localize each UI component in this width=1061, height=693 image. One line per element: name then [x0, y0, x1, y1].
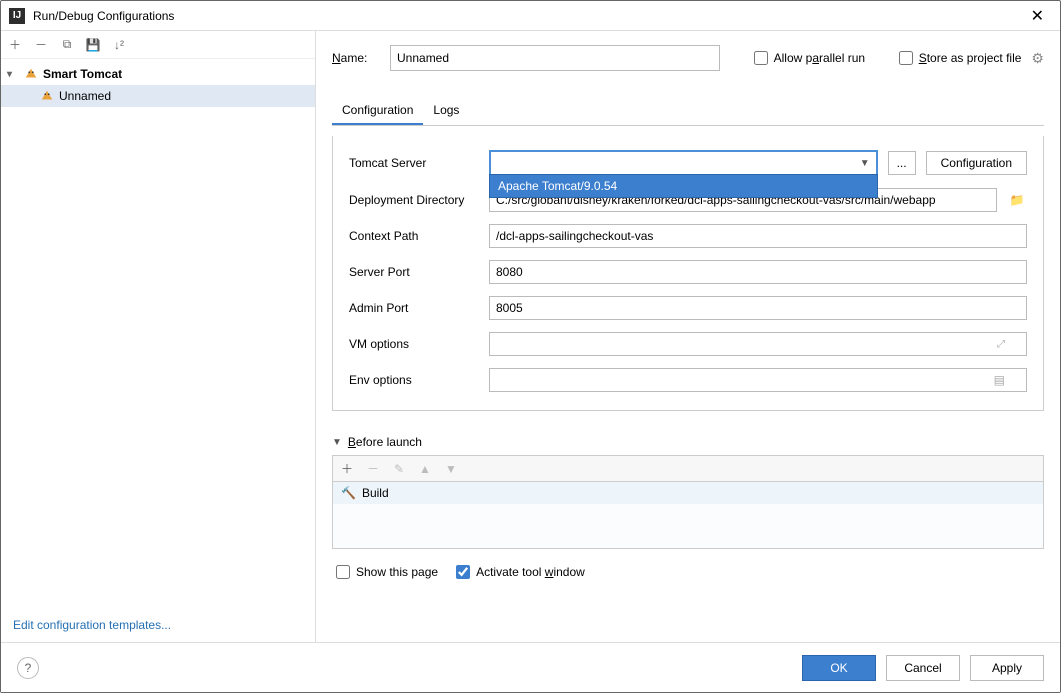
- left-toolbar: ＋ － ⧉ 💾 ↓²: [1, 31, 315, 59]
- store-file-label: Store as project file: [919, 51, 1022, 65]
- name-label: Name:: [332, 51, 374, 65]
- show-page-check[interactable]: Show this page: [336, 565, 438, 579]
- name-input[interactable]: [390, 45, 720, 71]
- allow-parallel-label: Allow parallel run: [774, 51, 865, 65]
- folder-icon[interactable]: 📁: [1007, 193, 1027, 207]
- context-path-input[interactable]: [489, 224, 1027, 248]
- activate-tool-label: Activate tool window: [476, 565, 585, 579]
- admin-port-input[interactable]: [489, 296, 1027, 320]
- right-pane: Name: Allow parallel run Store as projec…: [316, 31, 1060, 642]
- show-page-checkbox[interactable]: [336, 565, 350, 579]
- before-launch-item[interactable]: 🔨 Build: [333, 482, 1043, 504]
- sort-icon[interactable]: ↓²: [111, 37, 127, 53]
- edit-templates-link[interactable]: Edit configuration templates...: [1, 608, 315, 642]
- before-launch-item-label: Build: [362, 486, 389, 500]
- gear-icon[interactable]: ⚙: [1031, 50, 1044, 67]
- add-icon[interactable]: ＋: [339, 461, 355, 477]
- tab-logs[interactable]: Logs: [423, 97, 469, 125]
- browse-button[interactable]: ...: [888, 151, 916, 175]
- remove-icon[interactable]: －: [33, 37, 49, 53]
- form-area: Tomcat Server ▼ Apache Tomcat/9.0.54 ...…: [332, 136, 1044, 411]
- down-icon: ▼: [443, 461, 459, 477]
- before-launch-list[interactable]: 🔨 Build: [332, 481, 1044, 549]
- apply-button[interactable]: Apply: [970, 655, 1044, 681]
- tabs: Configuration Logs: [332, 97, 1044, 126]
- server-port-row: Server Port: [349, 260, 1027, 284]
- deploy-dir-label: Deployment Directory: [349, 193, 479, 207]
- add-icon[interactable]: ＋: [7, 37, 23, 53]
- store-file-check[interactable]: Store as project file ⚙: [899, 50, 1044, 67]
- tomcat-icon: [39, 88, 55, 104]
- admin-port-label: Admin Port: [349, 301, 479, 315]
- before-launch-header[interactable]: ▼ Before launch: [332, 435, 1044, 449]
- left-pane: ＋ － ⧉ 💾 ↓² ▾ Smart Tomcat Unnamed Edit c…: [1, 31, 316, 642]
- tree-child-label: Unnamed: [59, 89, 111, 103]
- allow-parallel-checkbox[interactable]: [754, 51, 768, 65]
- show-page-label: Show this page: [356, 565, 438, 579]
- chevron-down-icon: ▼: [332, 437, 342, 448]
- expand-icon[interactable]: ⤢: [997, 339, 1005, 350]
- dropdown-option[interactable]: Apache Tomcat/9.0.54: [490, 175, 877, 197]
- allow-parallel-check[interactable]: Allow parallel run: [754, 51, 865, 65]
- titlebar: IJ Run/Debug Configurations ✕: [1, 1, 1060, 31]
- config-tree[interactable]: ▾ Smart Tomcat Unnamed: [1, 59, 315, 608]
- before-launch-title: Before launch: [348, 435, 422, 449]
- server-port-input[interactable]: [489, 260, 1027, 284]
- configuration-button[interactable]: Configuration: [926, 151, 1027, 175]
- tomcat-icon: [23, 66, 39, 82]
- chevron-down-icon[interactable]: ▾: [7, 69, 19, 80]
- tab-configuration[interactable]: Configuration: [332, 97, 423, 125]
- context-path-row: Context Path: [349, 224, 1027, 248]
- env-options-row: Env options ▤: [349, 368, 1027, 392]
- context-path-label: Context Path: [349, 229, 479, 243]
- server-port-label: Server Port: [349, 265, 479, 279]
- tomcat-server-label: Tomcat Server: [349, 156, 479, 170]
- dropdown-list: Apache Tomcat/9.0.54: [489, 174, 878, 198]
- tree-child[interactable]: Unnamed: [1, 85, 315, 107]
- app-icon: IJ: [9, 8, 25, 24]
- activate-tool-checkbox[interactable]: [456, 565, 470, 579]
- tomcat-server-dropdown[interactable]: ▼ Apache Tomcat/9.0.54: [489, 150, 878, 176]
- tree-parent[interactable]: ▾ Smart Tomcat: [1, 63, 315, 85]
- window-title: Run/Debug Configurations: [33, 9, 1023, 23]
- up-icon: ▲: [417, 461, 433, 477]
- save-icon[interactable]: 💾: [85, 37, 101, 53]
- activate-tool-check[interactable]: Activate tool window: [456, 565, 585, 579]
- list-icon[interactable]: ▤: [994, 373, 1005, 387]
- edit-icon: ✎: [391, 461, 407, 477]
- ok-button[interactable]: OK: [802, 655, 876, 681]
- tomcat-server-row: Tomcat Server ▼ Apache Tomcat/9.0.54 ...…: [349, 150, 1027, 176]
- store-file-checkbox[interactable]: [899, 51, 913, 65]
- vm-options-label: VM options: [349, 337, 479, 351]
- hammer-icon: 🔨: [341, 486, 356, 500]
- cancel-button[interactable]: Cancel: [886, 655, 960, 681]
- env-options-label: Env options: [349, 373, 479, 387]
- env-options-input[interactable]: [489, 368, 1027, 392]
- before-launch-section: ▼ Before launch ＋ － ✎ ▲ ▼ 🔨 Build: [332, 435, 1044, 549]
- chevron-down-icon: ▼: [860, 158, 870, 169]
- footer: ? OK Cancel Apply: [1, 642, 1060, 692]
- vm-options-row: VM options ⤢: [349, 332, 1027, 356]
- help-icon[interactable]: ?: [17, 657, 39, 679]
- bottom-checks: Show this page Activate tool window: [332, 559, 1044, 581]
- remove-icon: －: [365, 461, 381, 477]
- before-launch-toolbar: ＋ － ✎ ▲ ▼: [332, 455, 1044, 481]
- name-row: Name: Allow parallel run Store as projec…: [332, 45, 1044, 71]
- admin-port-row: Admin Port: [349, 296, 1027, 320]
- copy-icon[interactable]: ⧉: [59, 37, 75, 53]
- tree-parent-label: Smart Tomcat: [43, 67, 122, 81]
- vm-options-input[interactable]: [489, 332, 1027, 356]
- close-icon[interactable]: ✕: [1023, 2, 1052, 30]
